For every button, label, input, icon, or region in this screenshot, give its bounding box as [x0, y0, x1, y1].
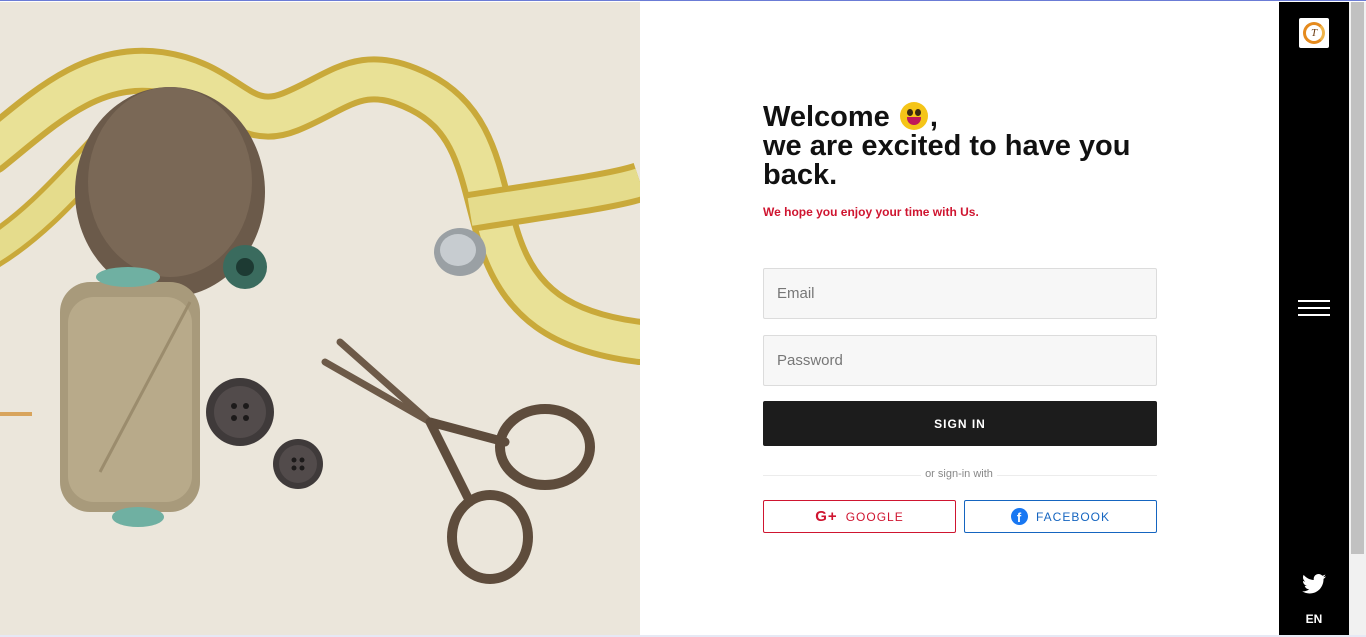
facebook-icon: f: [1010, 508, 1028, 525]
email-field[interactable]: [763, 268, 1157, 319]
headline-line1: Welcome: [763, 101, 890, 133]
logo-letter: T: [1310, 27, 1318, 39]
divider-label: or sign-in with: [640, 468, 1279, 480]
hero-image: [0, 2, 640, 635]
headline-comma: ,: [929, 101, 938, 133]
headline-line2: we are excited to have you back.: [763, 130, 1131, 191]
hamburger-menu-icon[interactable]: [1298, 300, 1330, 320]
welcome-heading: Welcome , we are excited to have you bac…: [763, 102, 1163, 190]
login-panel: Welcome , we are excited to have you bac…: [640, 2, 1279, 635]
vertical-scrollbar[interactable]: [1349, 2, 1366, 635]
scrollbar-thumb[interactable]: [1351, 2, 1364, 554]
facebook-label: FACEBOOK: [1035, 509, 1111, 524]
language-switcher[interactable]: EN: [1279, 612, 1349, 626]
right-rail: T EN: [1279, 2, 1349, 635]
facebook-sign-in-button[interactable]: f FACEBOOK: [964, 500, 1157, 533]
sign-in-button[interactable]: SIGN IN: [763, 401, 1157, 446]
google-plus-icon: G+: [815, 508, 838, 525]
google-label: GOOGLE: [845, 509, 904, 524]
password-field[interactable]: [763, 335, 1157, 386]
smiley-emoji-icon: [899, 102, 928, 130]
brand-logo[interactable]: T: [1299, 18, 1329, 48]
google-sign-in-button[interactable]: G+ GOOGLE: [763, 500, 956, 533]
logo-mark: T: [1303, 22, 1325, 44]
twitter-icon[interactable]: [1302, 574, 1326, 594]
divider-text: or sign-in with: [921, 468, 997, 480]
subtitle: We hope you enjoy your time with Us.: [763, 205, 979, 219]
